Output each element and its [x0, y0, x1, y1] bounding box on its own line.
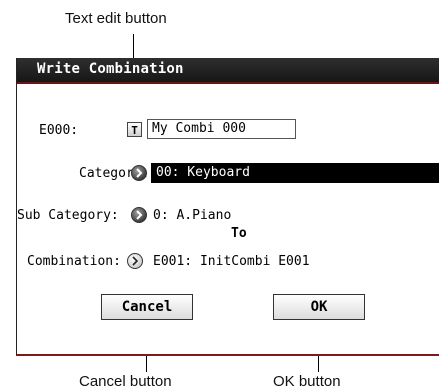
chevron-right-icon — [136, 168, 143, 178]
category-field[interactable]: 00: Keyboard — [151, 163, 439, 183]
text-edit-icon: T — [131, 124, 138, 137]
combination-popup-button[interactable] — [127, 253, 143, 269]
dialog-titlebar: Write Combination — [17, 58, 439, 84]
ok-callout: OK button — [273, 373, 341, 390]
chevron-right-icon — [136, 210, 143, 220]
cancel-callout: Cancel button — [79, 373, 172, 390]
subcategory-label: Sub Category: — [17, 208, 119, 223]
cancel-button-label: Cancel — [121, 299, 173, 315]
ok-button[interactable]: OK — [273, 294, 365, 320]
combination-value: E001: InitCombi E001 — [153, 254, 310, 269]
ok-button-label: OK — [310, 299, 328, 315]
bank-label: E000: — [39, 123, 79, 138]
combination-label: Combination: — [27, 254, 121, 269]
chevron-right-icon — [132, 256, 139, 266]
dialog-title: Write Combination — [37, 61, 184, 77]
category-value: 00: Keyboard — [156, 165, 250, 180]
to-label: To — [231, 226, 247, 241]
subcategory-value: 0: A.Piano — [153, 208, 232, 223]
cancel-button[interactable]: Cancel — [101, 294, 193, 320]
text-edit-button[interactable]: T — [127, 122, 142, 137]
write-combination-dialog: Write Combination E000: T My Combi 000 C… — [16, 58, 439, 356]
category-popup-button[interactable] — [131, 165, 147, 181]
name-value: My Combi 000 — [152, 121, 246, 136]
name-field[interactable]: My Combi 000 — [147, 119, 296, 139]
text-edit-callout: Text edit button — [65, 10, 167, 27]
subcategory-popup-button[interactable] — [131, 207, 147, 223]
